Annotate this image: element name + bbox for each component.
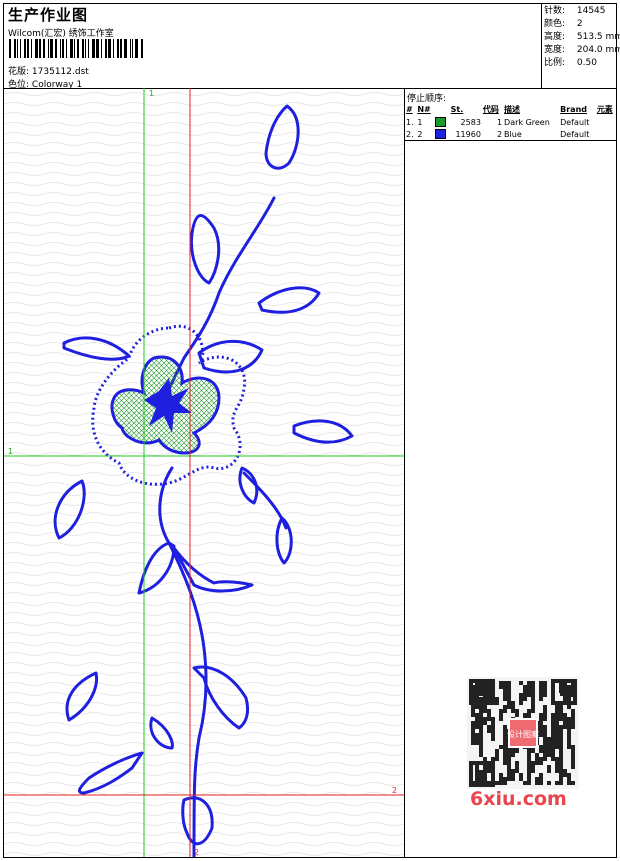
pattern-value: 1735112.dst — [31, 67, 89, 77]
col-brand: Brand — [560, 105, 588, 114]
spec-colors: 颜色: 2 — [544, 19, 583, 29]
col-description: 描述 — [504, 105, 521, 114]
pattern-label: 花版: — [8, 67, 30, 77]
table-header-row: # N# St. 代码 描述 Brand 元素 — [405, 102, 617, 116]
color-swatch-green — [435, 117, 447, 127]
pattern-line: 花版: 1735112.dst — [8, 64, 89, 77]
guide-label-red-bottom: 2 — [194, 848, 199, 857]
spec-stitches: 针数: 14545 — [544, 6, 606, 16]
table-row: 1. 1 2583 1 Dark Green Default — [406, 117, 590, 127]
spec-height: 高度: 513.5 mm — [544, 32, 620, 42]
col-swatch — [434, 102, 449, 116]
header: 生产作业图 Wilcom(汇宏) 绣饰工作室 花版: 1735112.dst 色… — [4, 4, 620, 90]
qr-logo-text: 设计图案 — [507, 729, 539, 739]
fabric-background — [4, 88, 404, 857]
design-canvas: 1 1 2 2 — [4, 88, 404, 859]
spec-width: 宽度: 204.0 mm — [544, 45, 620, 55]
qr-code-watermark: 设计图案 — [467, 677, 579, 789]
company-name: Wilcom(汇宏) 绣饰工作室 — [8, 29, 114, 39]
stop-sequence-table: # N# St. 代码 描述 Brand 元素 1. 1 2583 1 Dark… — [405, 102, 617, 140]
embroidery-preview: 1 1 2 2 — [4, 88, 404, 859]
site-watermark: 6xiu.com — [470, 788, 567, 810]
header-info: 生产作业图 Wilcom(汇宏) 绣饰工作室 花版: 1735112.dst 色… — [4, 4, 542, 90]
page-title: 生产作业图 — [8, 6, 89, 24]
col-index: # — [406, 105, 413, 114]
guide-label-red-right: 2 — [392, 786, 397, 795]
spec-list: 针数: 14545 颜色: 2 高度: 513.5 mm 宽度: 204.0 m… — [544, 5, 620, 70]
spec-scale: 比例: 0.50 — [544, 58, 597, 68]
divider — [405, 140, 617, 141]
guide-label-green-left: 1 — [8, 447, 13, 456]
table-row: 2. 2 11960 2 Blue Default — [406, 129, 590, 139]
col-code: 代码 — [482, 105, 499, 114]
color-swatch-blue — [435, 129, 447, 139]
col-element: 元素 — [596, 105, 613, 114]
col-number: N# — [417, 105, 431, 114]
guide-label-green-top: 1 — [149, 89, 154, 98]
barcode — [9, 39, 143, 58]
col-stitches: St. — [450, 105, 464, 114]
